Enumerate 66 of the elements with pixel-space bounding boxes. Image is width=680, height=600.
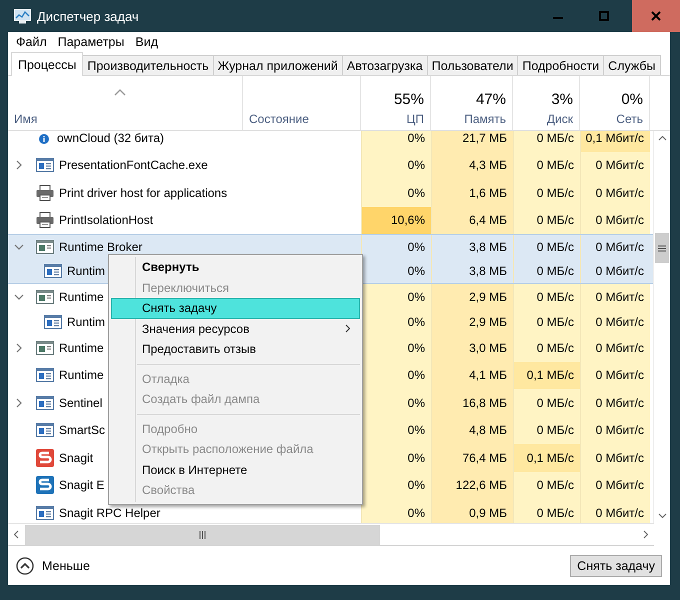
table-cell: 0 МБ/с: [513, 259, 580, 283]
table-cell: 1,6 МБ: [431, 179, 513, 206]
window-title: Диспетчер задач: [37, 8, 139, 24]
table-cell: 0 МБ/с: [513, 284, 580, 309]
table-cell: 0%: [361, 284, 431, 309]
table-cell: 0%: [361, 152, 431, 179]
table-cell: 0 МБ/с: [513, 389, 580, 416]
column-total: 0%: [621, 91, 643, 108]
table-cell: 4,1 МБ: [431, 362, 513, 389]
column-label: Сеть: [616, 112, 643, 126]
table-cell: 0 МБ/с: [513, 334, 580, 362]
table-cell: 0 МБ/с: [513, 179, 580, 206]
column-total: 47%: [476, 91, 506, 108]
table-cell: 0%: [361, 444, 431, 472]
table-cell: 0 МБ/с: [513, 206, 580, 234]
table-cell: 0%: [361, 179, 431, 206]
table-cell: 6,4 МБ: [431, 206, 513, 234]
table-cell: 2,9 МБ: [431, 284, 513, 309]
table-cell: 0 Мбит/с: [580, 472, 650, 499]
table-cell: 0 Мбит/с: [580, 389, 650, 416]
column-total: 3%: [551, 91, 573, 108]
table-cell: 0 Мбит/с: [580, 284, 650, 309]
column-total: 55%: [394, 91, 424, 108]
table-cell: 0%: [361, 416, 431, 444]
table-cell: 0 Мбит/с: [580, 152, 650, 179]
table-cell: 0%: [361, 334, 431, 362]
table-cell: 0,1 Мбит/с: [580, 131, 650, 152]
table-cell: 0 Мбит/с: [580, 362, 650, 389]
table-cell: 0 МБ/с: [513, 499, 580, 523]
table-cell: 21,7 МБ: [431, 131, 513, 152]
table-cell: 0 Мбит/с: [580, 259, 650, 283]
table-cell: 0%: [361, 309, 431, 334]
table-cell: 0 Мбит/с: [580, 334, 650, 362]
table-cell: 0 Мбит/с: [580, 309, 650, 334]
table-cell: 76,4 МБ: [431, 444, 513, 472]
table-cell: 0 МБ/с: [513, 131, 580, 152]
table-cell: 3,8 МБ: [431, 259, 513, 283]
table-cell: 16,8 МБ: [431, 389, 513, 416]
table-cell: 2,9 МБ: [431, 309, 513, 334]
table-cell: 0%: [361, 131, 431, 152]
table-cell: 0 МБ/с: [513, 416, 580, 444]
table-cell: 0 Мбит/с: [580, 179, 650, 206]
table-cell: 0%: [361, 499, 431, 523]
column-label: ЦП: [406, 112, 424, 126]
table-cell: 0%: [361, 389, 431, 416]
table-cell: 0 Мбит/с: [580, 444, 650, 472]
table-cell: 122,6 МБ: [431, 472, 513, 499]
table-cell: 0,9 МБ: [431, 499, 513, 523]
table-cell: 0,1 МБ/с: [513, 444, 580, 472]
column-label: Память: [464, 112, 506, 126]
column-label: Имя: [14, 112, 38, 126]
column-label: Состояние: [249, 112, 310, 126]
table-cell: 0 МБ/с: [513, 309, 580, 334]
table-cell: 0,1 МБ/с: [513, 362, 580, 389]
table-cell: 4,8 МБ: [431, 416, 513, 444]
table-cell: 4,3 МБ: [431, 152, 513, 179]
table-cell: 0 МБ/с: [513, 472, 580, 499]
table-cell: 0%: [361, 472, 431, 499]
table-cell: 0 Мбит/с: [580, 416, 650, 444]
table-cell: 3,0 МБ: [431, 334, 513, 362]
table-cell: 0%: [361, 362, 431, 389]
table-cell: 0 МБ/с: [513, 152, 580, 179]
table-cell: 0 Мбит/с: [580, 206, 650, 234]
column-label: Диск: [546, 112, 573, 126]
table-cell: 0 Мбит/с: [580, 499, 650, 523]
table-cell: 10,6%: [361, 206, 431, 234]
